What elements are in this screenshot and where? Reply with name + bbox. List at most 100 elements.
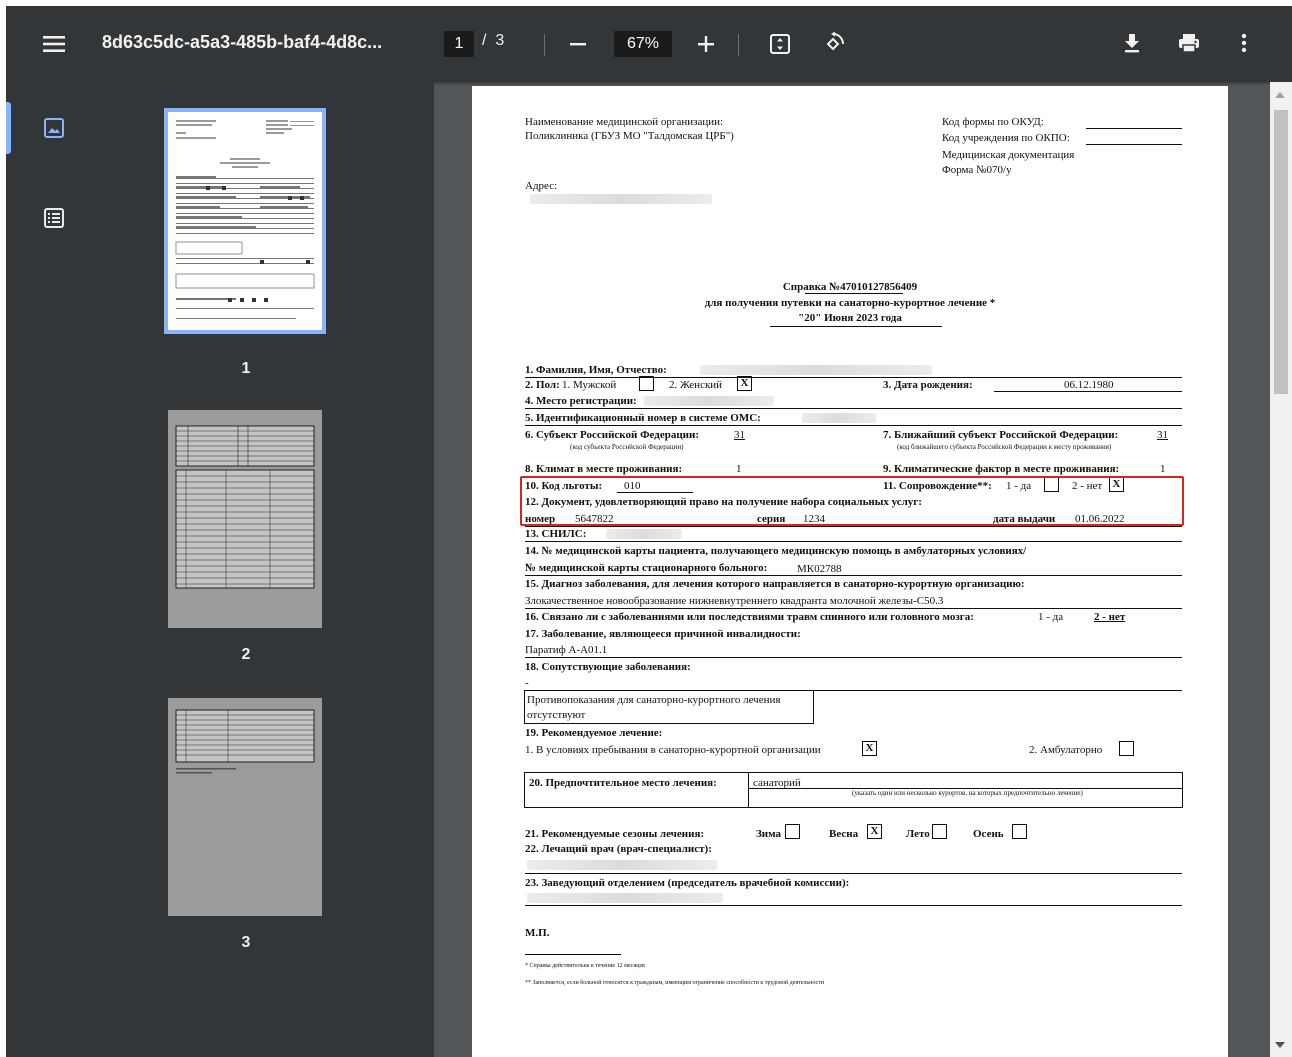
line: [525, 541, 1182, 542]
gender-male-label: 1. Мужской: [562, 379, 617, 391]
field-23-label: 23. Заведующий отделением (председатель …: [525, 877, 850, 889]
field-18-label: 18. Сопутствующие заболевания:: [525, 661, 691, 673]
more-vert-icon[interactable]: [1234, 28, 1254, 58]
line: [525, 526, 1182, 527]
diagnosis: Злокачественное новообразование нижневну…: [525, 595, 944, 607]
field-4-label: 4. Место регистрации:: [525, 395, 637, 407]
subject-note: (код субъекта Российской Федерации): [570, 443, 684, 451]
zoom-input[interactable]: 67%: [614, 31, 672, 57]
certificate-title: Справка №47010127856409: [782, 281, 918, 293]
field-2-label: 2. Пол:: [525, 379, 560, 391]
spinal-yes: 1 - да: [1038, 611, 1064, 623]
field-8-label: 8. Климат в месте проживания:: [525, 463, 683, 475]
title-underline: [805, 293, 903, 294]
thumbnail-label-3: 3: [241, 934, 251, 951]
scroll-up-arrow-icon[interactable]: [1275, 92, 1285, 98]
field-13-label: 13. СНИЛС:: [525, 528, 587, 540]
download-icon[interactable]: [1118, 28, 1146, 58]
zoom-in-icon[interactable]: [692, 30, 720, 58]
treatment-option-2: 2. Амбулаторно: [1029, 744, 1103, 756]
outline-view-icon[interactable]: [40, 204, 68, 232]
nearest-subject-note: (код ближайшего субъекта Российской Феде…: [897, 443, 1112, 451]
toolbar-divider: [544, 34, 545, 56]
rotate-icon[interactable]: [818, 29, 848, 59]
document-page: Наименование медицинской организации: По…: [472, 86, 1228, 1057]
field-3-label: 3. Дата рождения:: [883, 379, 973, 391]
thumbnail-label-2: 2: [241, 646, 251, 663]
subject-code: 31: [734, 429, 745, 441]
thumbnail-sidebar: 1 2 3: [6, 82, 434, 1057]
field-15-label: 15. Диагноз заболевания, для лечения кот…: [525, 578, 1025, 590]
document-title: 8d63c5dc-a5a3-485b-baf4-4d8c...: [102, 32, 383, 52]
line: [749, 788, 1183, 789]
field-7-label: 7. Ближайший субъект Российской Федераци…: [883, 429, 1119, 441]
org-label: Наименование медицинской организации:: [525, 116, 724, 128]
line: [525, 425, 1182, 426]
nearest-subject-code: 31: [1157, 429, 1168, 441]
comorbidities: -: [525, 677, 529, 689]
contraindications-line-2: отсутствуют: [527, 709, 586, 721]
okud-label: Код формы по ОКУД:: [942, 116, 1044, 128]
season-winter-label: Зима: [756, 828, 782, 840]
field-6-label: 6. Субъект Российской Федерации:: [525, 429, 700, 441]
med-doc-label: Медицинская документация: [942, 149, 1075, 161]
disability-cause: Паратиф А-А01.1: [525, 644, 608, 656]
gender-female-label: 2. Женский: [669, 379, 723, 391]
toolbar: 8d63c5dc-a5a3-485b-baf4-4d8c... 1 / 3 67…: [6, 6, 1292, 82]
redacted-head: [527, 893, 723, 903]
toolbar-divider: [738, 34, 739, 56]
field-1-label: 1. Фамилия, Имя, Отчество:: [525, 364, 667, 376]
climate-value: 1: [736, 463, 742, 475]
page-thumbnail-3[interactable]: [168, 698, 322, 916]
treatment-option-1-checkbox: X: [862, 741, 877, 756]
line: [994, 391, 1182, 392]
date-underline: [770, 326, 942, 327]
treatment-option-2-checkbox: [1119, 741, 1134, 756]
zoom-out-icon[interactable]: [564, 30, 592, 58]
scroll-down-arrow-icon[interactable]: [1275, 1042, 1285, 1048]
season-autumn-checkbox: [1012, 824, 1027, 839]
thumbnail-label-1: 1: [241, 360, 251, 377]
active-view-indicator: [6, 102, 11, 154]
preferred-place-note: (указать один или несколько курортов, на…: [852, 789, 1083, 797]
climate-factor-value: 1: [1160, 463, 1166, 475]
okpo-line: [1086, 144, 1182, 145]
season-spring-checkbox: X: [867, 824, 882, 839]
thumbnail-view-icon[interactable]: [40, 114, 68, 142]
birth-date: 06.12.1980: [1064, 379, 1114, 391]
scrollbar-thumb[interactable]: [1274, 110, 1288, 394]
page-thumbnail-2[interactable]: [168, 410, 322, 628]
highlight-frame: [520, 476, 1184, 526]
season-winter-checkbox: [785, 824, 800, 839]
treatment-option-1: 1. В условиях пребывания в санаторно-кур…: [525, 744, 821, 756]
total-pages: 3: [495, 32, 505, 49]
footnote-2: ** Заполняется, если больной относится к…: [525, 980, 824, 986]
print-icon[interactable]: [1174, 28, 1204, 58]
medical-card-number: МК02788: [797, 563, 842, 575]
contraindications-line-1: Противопоказания для санаторно-курортног…: [527, 694, 781, 706]
redacted-snils: [606, 529, 682, 539]
spinal-no: 2 - нет: [1094, 611, 1126, 623]
gender-male-checkbox: [639, 376, 654, 391]
okpo-label: Код учреждения по ОКПО:: [942, 132, 1070, 144]
menu-icon[interactable]: [38, 28, 70, 60]
field-22-label: 22. Лечащий врач (врач-специалист):: [525, 843, 712, 855]
vertical-scrollbar[interactable]: [1270, 82, 1292, 1057]
line: [525, 608, 1182, 609]
line: [525, 905, 1182, 906]
field-20-label: 20. Предпочтительное место лечения:: [529, 777, 717, 789]
line: [525, 657, 1182, 658]
fit-page-icon[interactable]: [766, 30, 794, 58]
season-autumn-label: Осень: [973, 828, 1004, 840]
season-spring-label: Весна: [829, 828, 859, 840]
redacted-address: [530, 194, 712, 204]
field-19-label: 19. Рекомендуемое лечение:: [525, 727, 663, 739]
line: [525, 575, 1182, 576]
org-name: Поликлиника (ГБУЗ МО "Талдомская ЦРБ"): [525, 130, 734, 142]
page-thumbnail-1[interactable]: [164, 108, 326, 334]
line: [525, 873, 1182, 874]
redacted-registration: [644, 396, 774, 406]
page-number-input[interactable]: 1: [444, 31, 474, 57]
redacted-doctor: [527, 860, 717, 870]
field-16-label: 16. Связано ли с заболеваниями или после…: [525, 611, 974, 623]
